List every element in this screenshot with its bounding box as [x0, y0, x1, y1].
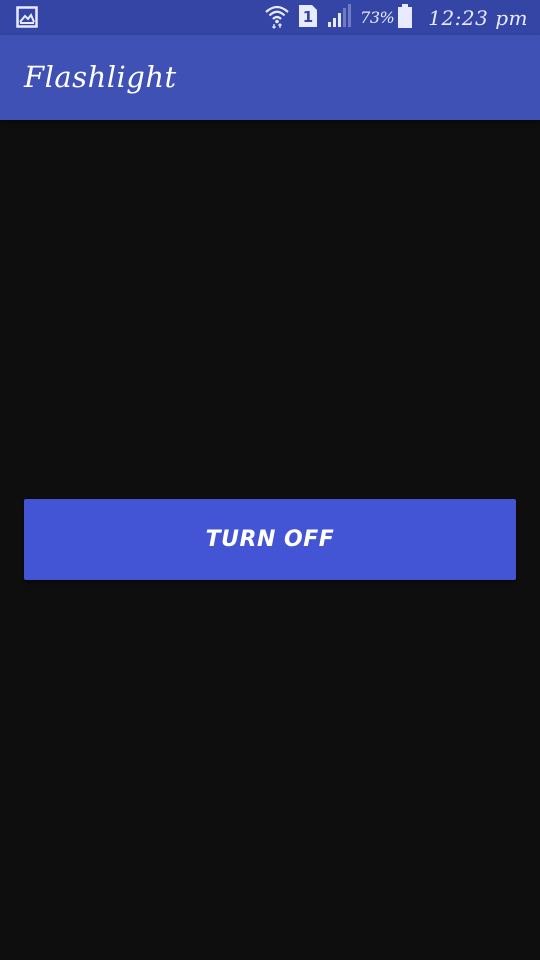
turn-off-button[interactable]: TURN OFF: [24, 499, 516, 580]
status-bar: 1 73% 12:23 pm: [0, 0, 540, 35]
status-indicators: 1 73% 12:23 pm: [264, 0, 528, 35]
screen: 1 73% 12:23 pm Flashlight TURN OFF: [0, 0, 540, 960]
status-time: 12:23 pm: [428, 5, 528, 30]
battery-icon: [398, 3, 413, 32]
app-title: Flashlight: [24, 60, 177, 94]
app-bar: Flashlight: [0, 35, 540, 120]
image-icon: [16, 6, 38, 28]
battery-percent: 73%: [360, 8, 395, 27]
sim-label: 1: [303, 8, 313, 26]
sim-1-icon: 1: [298, 4, 318, 32]
signal-icon: [326, 3, 352, 33]
wifi-icon: [264, 3, 290, 33]
